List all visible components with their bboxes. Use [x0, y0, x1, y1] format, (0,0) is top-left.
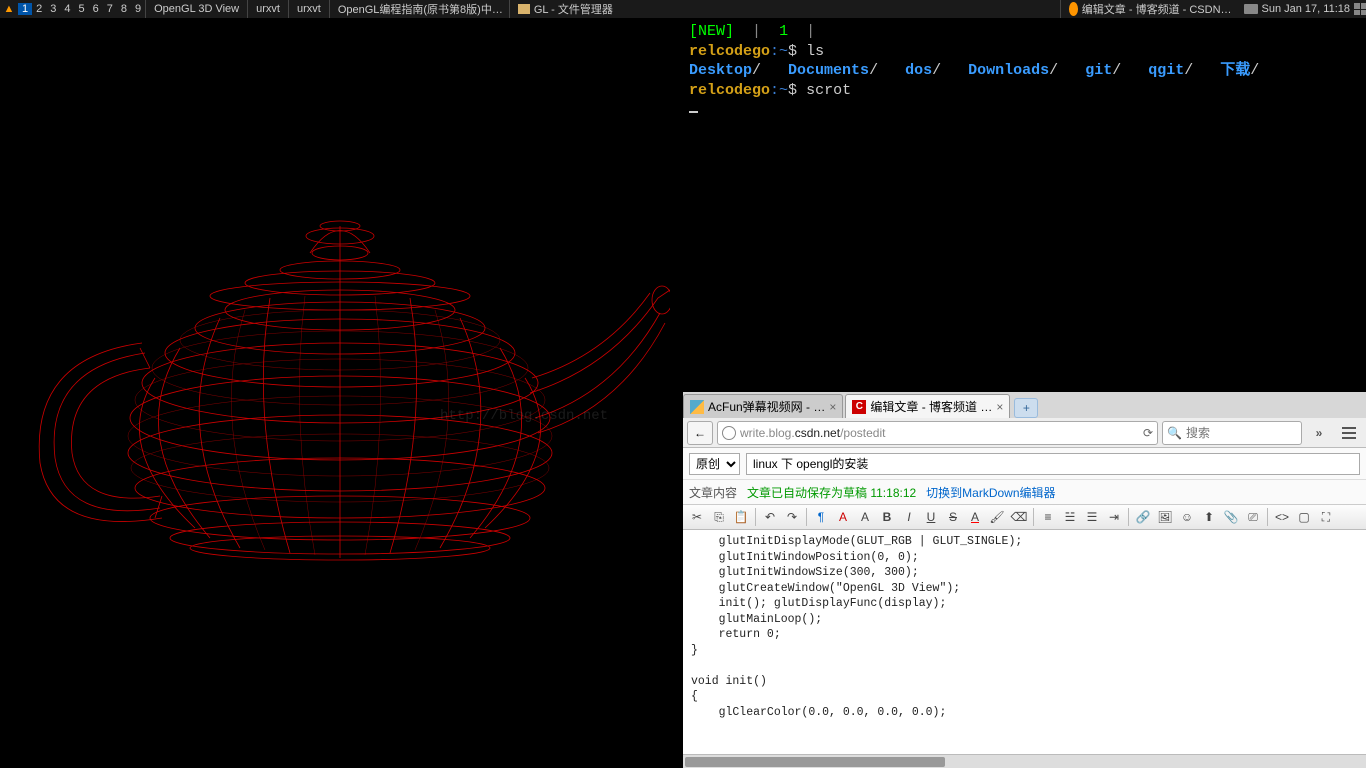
new-tab-button[interactable]: +	[1014, 398, 1038, 418]
format-icon[interactable]: ¶	[811, 507, 831, 527]
workspace-1[interactable]: 1	[18, 3, 32, 15]
workspace-2[interactable]: 2	[32, 3, 46, 15]
taskbar-firefox[interactable]: 编辑文章 - 博客频道 - CSDN…	[1060, 0, 1240, 18]
post-type-select[interactable]: 原创	[689, 453, 740, 475]
align-icon[interactable]: ≡	[1038, 507, 1058, 527]
terminal-cursor	[689, 111, 698, 113]
workspace-8[interactable]: 8	[117, 3, 131, 15]
preview-icon[interactable]: ▢	[1294, 507, 1314, 527]
backcolor-icon[interactable]: 🖌	[987, 507, 1007, 527]
term-ls-output: Desktop/ Documents/ dos/ Downloads/ git/…	[689, 61, 1360, 81]
workspace-7[interactable]: 7	[103, 3, 117, 15]
distro-logo-icon[interactable]: ▲	[0, 0, 18, 18]
watermark: http://blog.csdn.net	[440, 408, 608, 424]
scrollbar-thumb[interactable]	[685, 757, 945, 767]
tab-label: AcFun弹幕视频网 - …	[708, 398, 825, 415]
folder-icon	[518, 4, 530, 14]
cut-icon[interactable]: ✂	[687, 507, 707, 527]
navbar: ← write.blog.csdn.net/postedit ⟳ 🔍 »	[683, 418, 1366, 448]
paste-icon[interactable]: 📋	[731, 507, 751, 527]
font-icon[interactable]: A	[833, 507, 853, 527]
browser-window: AcFun弹幕视频网 - … × C 编辑文章 - 博客频道 … × + ← w…	[683, 392, 1366, 768]
tab-label: 编辑文章 - 博客频道 …	[870, 398, 992, 415]
tab-csdn[interactable]: C 编辑文章 - 博客频道 … ×	[845, 394, 1010, 418]
workspace-grid-icon[interactable]	[1354, 3, 1366, 15]
clear-icon[interactable]: ⌫	[1009, 507, 1029, 527]
taskbar-fm-label: GL - 文件管理器	[534, 1, 613, 17]
clock[interactable]: Sun Jan 17, 11:18	[1262, 3, 1350, 15]
taskbar-urxvt-1[interactable]: urxvt	[247, 0, 288, 18]
search-input[interactable]	[1186, 426, 1297, 440]
editor-header: 原创	[683, 448, 1366, 480]
upload-icon[interactable]: ⬆	[1199, 507, 1219, 527]
fontsize-icon[interactable]: A	[855, 507, 875, 527]
underline-icon[interactable]: U	[921, 507, 941, 527]
tab-acfun[interactable]: AcFun弹幕视频网 - … ×	[683, 394, 843, 418]
indent-icon[interactable]: ⇥	[1104, 507, 1124, 527]
tab-strip: AcFun弹幕视频网 - … × C 编辑文章 - 博客频道 … × +	[683, 392, 1366, 418]
close-icon[interactable]: ×	[996, 400, 1003, 414]
acfun-favicon-icon	[690, 400, 704, 414]
url-host: csdn.net	[795, 426, 840, 440]
redo-icon[interactable]: ↷	[782, 507, 802, 527]
term-line-2: relcodego:~$ scrot	[689, 81, 1360, 101]
workspace-9[interactable]: 9	[131, 3, 145, 15]
content-label: 文章内容	[689, 484, 737, 501]
csdn-favicon-icon: C	[852, 400, 866, 414]
undo-icon[interactable]: ↶	[760, 507, 780, 527]
taskbar-opengl[interactable]: OpenGL 3D View	[145, 0, 247, 18]
emoji-icon[interactable]: ☺	[1177, 507, 1197, 527]
italic-icon[interactable]: I	[899, 507, 919, 527]
link-icon[interactable]: 🔗	[1133, 507, 1153, 527]
back-button[interactable]: ←	[687, 421, 713, 445]
globe-icon	[722, 426, 736, 440]
term-line-1: relcodego:~$ ls	[689, 42, 1360, 62]
taskbar-urxvt-2[interactable]: urxvt	[288, 0, 329, 18]
ol-icon[interactable]: ☱	[1060, 507, 1080, 527]
bold-icon[interactable]: B	[877, 507, 897, 527]
strike-icon[interactable]: S	[943, 507, 963, 527]
editor-toolbar: ✂ ⎘ 📋 ↶ ↷ ¶ A A B I U S A 🖌 ⌫ ≡ ☱ ☰ ⇥ 🔗 …	[683, 504, 1366, 530]
forecolor-icon[interactable]: A	[965, 507, 985, 527]
fullscreen-icon[interactable]: ⛶	[1316, 507, 1336, 527]
overflow-button[interactable]: »	[1306, 421, 1332, 445]
workspace-6[interactable]: 6	[89, 3, 103, 15]
taskbar: ▲ 1 2 3 4 5 6 7 8 9 OpenGL 3D View urxvt…	[0, 0, 1366, 18]
reload-icon[interactable]: ⟳	[1143, 426, 1153, 440]
firefox-icon	[1069, 2, 1078, 16]
url-bar[interactable]: write.blog.csdn.net/postedit ⟳	[717, 421, 1158, 445]
code-area[interactable]: glutInitDisplayMode(GLUT_RGB | GLUT_SING…	[683, 530, 1366, 754]
terminal-window[interactable]: [NEW] | 1 | relcodego:~$ ls Desktop/ Doc…	[683, 18, 1366, 392]
taskbar-filemanager[interactable]: GL - 文件管理器	[509, 0, 621, 18]
close-icon[interactable]: ×	[829, 400, 836, 414]
term-status: [NEW] | 1 |	[689, 22, 1360, 42]
keyboard-icon[interactable]	[1244, 4, 1258, 14]
url-path: /postedit	[840, 426, 885, 440]
workspace-5[interactable]: 5	[75, 3, 89, 15]
post-title-input[interactable]	[746, 453, 1360, 475]
workspace-3[interactable]: 3	[46, 3, 60, 15]
source-icon[interactable]: <>	[1272, 507, 1292, 527]
search-bar[interactable]: 🔍	[1162, 421, 1302, 445]
editor-subheader: 文章内容 文章已自动保存为草稿 11:18:12 切换到MarkDown编辑器	[683, 480, 1366, 504]
opengl-window[interactable]: http://blog.csdn.net	[0, 18, 683, 768]
taskbar-ff-label: 编辑文章 - 博客频道 - CSDN…	[1082, 1, 1232, 17]
hamburger-menu-icon[interactable]	[1336, 421, 1362, 445]
taskbar-pdf[interactable]: OpenGL编程指南(原书第8版)中…	[329, 0, 509, 18]
workspace-4[interactable]: 4	[60, 3, 74, 15]
copy-icon[interactable]: ⎘	[709, 507, 729, 527]
markdown-switch-link[interactable]: 切换到MarkDown编辑器	[926, 484, 1055, 501]
code-icon[interactable]: ⎚	[1243, 507, 1263, 527]
image-icon[interactable]: 🖼	[1155, 507, 1175, 527]
attach-icon[interactable]: 📎	[1221, 507, 1241, 527]
ul-icon[interactable]: ☰	[1082, 507, 1102, 527]
horizontal-scrollbar[interactable]	[683, 754, 1366, 768]
autosave-status: 文章已自动保存为草稿 11:18:12	[747, 484, 916, 501]
search-icon: 🔍	[1167, 426, 1182, 440]
url-part: write.blog.	[740, 426, 795, 440]
